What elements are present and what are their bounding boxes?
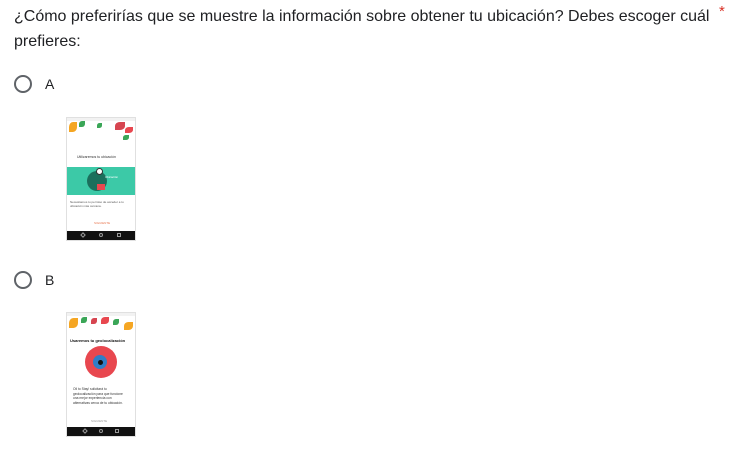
status-bar (67, 313, 135, 316)
option-label-a: A (45, 76, 55, 92)
back-icon (80, 232, 86, 238)
camera-icon (98, 360, 103, 365)
screen-body-text: Oil to Stay! solicitará tu geolocalizaci… (73, 387, 123, 405)
screen-body-text: Necesitamos tu permiso de acceder a tu u… (70, 200, 124, 208)
back-icon (82, 428, 88, 434)
leaf-decoration (113, 319, 119, 325)
screen-heading: Utilizaremos tu ubicación (77, 155, 116, 159)
android-nav-bar (67, 231, 135, 240)
option-b-image: Usaremos tu geolocalización Oil to Stay!… (67, 313, 135, 436)
leaf-decoration (124, 322, 133, 330)
banner-text: Ubicación (105, 175, 119, 179)
location-illustration (85, 346, 117, 378)
next-button: SIGUIENTE (94, 221, 111, 225)
question-title: ¿Cómo preferirías que se muestre la info… (14, 4, 714, 54)
option-label-b: B (45, 272, 55, 288)
screen-heading: Usaremos tu geolocalización (70, 338, 126, 343)
home-icon (99, 429, 103, 433)
location-pin-icon (96, 168, 103, 175)
question-text: ¿Cómo preferirías que se muestre la info… (14, 8, 710, 50)
option-a-image: Utilizaremos tu ubicación Ubicación Nece… (67, 118, 135, 240)
leaf-decoration (115, 122, 125, 130)
home-icon (99, 233, 103, 237)
leaf-decoration (125, 127, 133, 133)
map-illustration (97, 184, 105, 190)
leaf-decoration (91, 318, 97, 324)
radio-button-a[interactable] (14, 75, 32, 93)
status-bar (67, 118, 135, 121)
next-button: SIGUIENTE (91, 419, 108, 423)
leaf-decoration (101, 317, 109, 324)
android-nav-bar (67, 427, 135, 436)
leaf-decoration (81, 317, 87, 323)
radio-button-b[interactable] (14, 271, 32, 289)
leaf-decoration (69, 122, 77, 132)
recents-icon (115, 429, 119, 433)
location-banner: Ubicación (67, 167, 135, 195)
leaf-decoration (123, 135, 129, 140)
required-asterisk: * (719, 3, 725, 20)
recents-icon (117, 233, 121, 237)
leaf-decoration (69, 318, 78, 328)
leaf-decoration (97, 123, 102, 128)
leaf-decoration (79, 121, 85, 127)
